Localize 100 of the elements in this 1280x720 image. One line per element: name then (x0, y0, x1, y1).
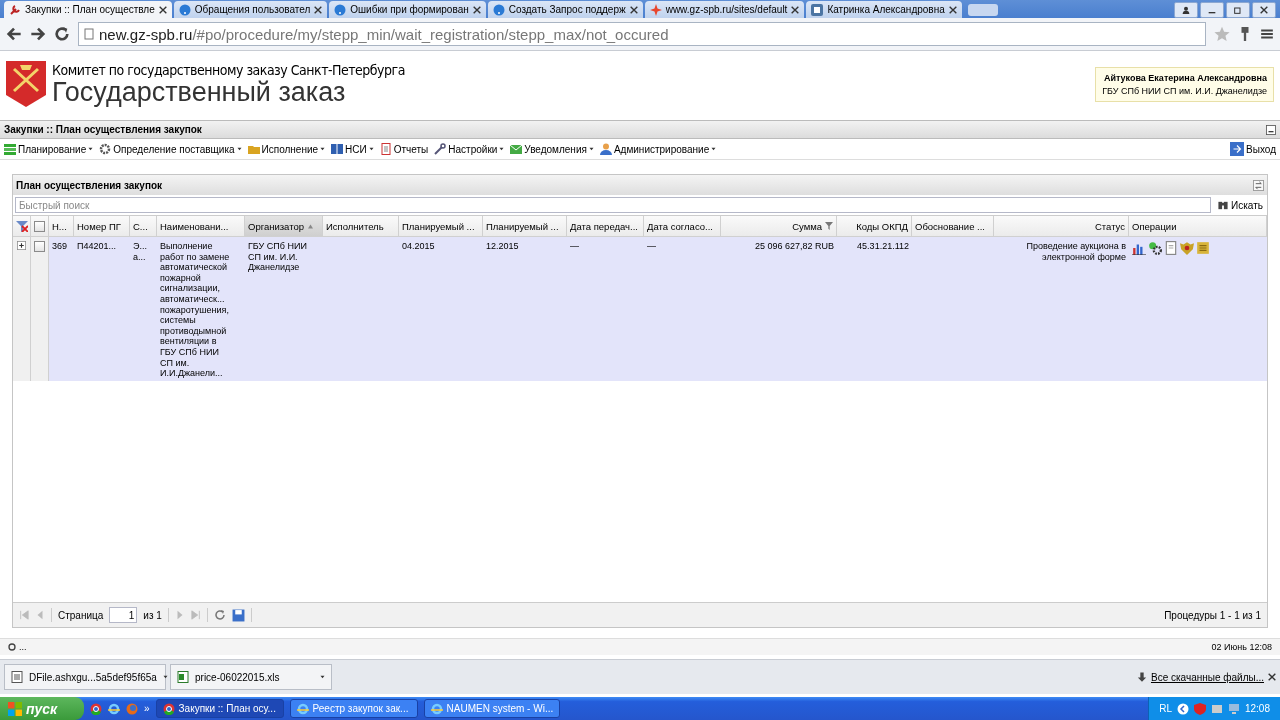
page-count: из 1 (143, 609, 162, 621)
caret-icon (88, 147, 94, 151)
close-icon[interactable] (472, 5, 481, 14)
browser-icon (162, 702, 175, 715)
menu-item[interactable]: Определение поставщика (99, 143, 242, 155)
close-icon[interactable] (314, 5, 323, 14)
star-icon[interactable] (1214, 26, 1230, 42)
download-item[interactable]: price-06022015.xls (170, 664, 332, 690)
restore-button[interactable] (1226, 2, 1250, 18)
table-cell: П44201... (74, 237, 130, 381)
emblem-icon[interactable] (1180, 241, 1194, 255)
address-field[interactable]: new.gz-spb.ru/#po/procedure/my/stepp_min/wait_registration/stepp_max/not_occured (78, 22, 1206, 46)
close-icon[interactable] (948, 5, 957, 14)
gear-icon (99, 143, 112, 155)
menu-item[interactable]: Отчеты (379, 143, 429, 155)
close-icon[interactable] (791, 5, 800, 14)
column-header[interactable]: Н... (49, 216, 74, 237)
table-cell: Выполнение работ по замене автоматической пожарной сигнализации, автоматическ... пожаротушения, системы противодымной вентиляции в ГБУ СПб НИИ СП им. И.И.Джанели... (157, 237, 245, 381)
book-icon (331, 143, 344, 155)
page-label: Страница (58, 609, 104, 621)
document-icon (379, 143, 392, 155)
caret-icon (236, 147, 242, 151)
refresh-icon[interactable] (213, 609, 226, 621)
column-header[interactable]: Наименовани... (157, 216, 245, 237)
menu-item[interactable]: Администрирование (599, 143, 717, 155)
page-number-field[interactable]: 1 (109, 607, 138, 623)
column-header[interactable]: Планируемый ... (399, 216, 483, 237)
taskbar-button[interactable]: Реестр закупок зак... (289, 699, 418, 718)
caret-icon (711, 147, 717, 151)
table-cell: Проведение аукциона в электронной форме (994, 237, 1129, 381)
menu-item[interactable]: Исполнение (247, 143, 326, 155)
browser-tab[interactable]: Закупки :: План осуществле (4, 1, 172, 18)
menu-item[interactable]: Планирование (4, 143, 94, 155)
download-icon (1136, 671, 1147, 683)
column-header[interactable]: Дата передач... (567, 216, 644, 237)
forward-icon[interactable] (30, 26, 46, 42)
back-icon[interactable] (6, 26, 22, 42)
row-checkbox[interactable] (34, 241, 45, 252)
expand-icon[interactable] (17, 241, 26, 250)
column-header[interactable]: Номер ПГ (74, 216, 130, 237)
column-header[interactable]: Сумма (721, 216, 837, 237)
table-cell: 369 (49, 237, 74, 381)
exit-icon (1230, 142, 1245, 156)
column-header[interactable]: Статус (994, 216, 1129, 237)
column-header[interactable]: Организатор (245, 216, 323, 237)
download-item[interactable]: DFile.ashxgu...5a5def95f65a (4, 664, 166, 690)
language-indicator: RL (1159, 703, 1172, 714)
browser-tab[interactable]: Катринка Александровна (806, 1, 962, 18)
logout-button[interactable]: Выход (1230, 142, 1276, 156)
user-icon (1182, 6, 1190, 14)
column-header[interactable]: Исполнитель (323, 216, 399, 237)
browser-tab[interactable]: Обращения пользовател (173, 1, 328, 18)
search-field[interactable]: Быстрый поиск (15, 197, 1212, 213)
browser-icon (430, 702, 443, 715)
column-header[interactable]: С... (130, 216, 157, 237)
close-icon[interactable] (158, 5, 167, 14)
user-button[interactable] (1174, 2, 1198, 18)
menu-item[interactable]: Уведомления (510, 143, 594, 155)
menu-item[interactable]: НСИ (331, 143, 374, 155)
url-text: new.gz-spb.ru/#po/procedure/my/stepp_min/wait_registration/stepp_max/not_occured (99, 25, 669, 43)
column-header[interactable]: Планируемый ... (483, 216, 567, 237)
column-header[interactable]: Обоснование ... (912, 216, 994, 237)
close-button[interactable] (1252, 2, 1276, 18)
file-icon (11, 671, 23, 683)
browser-tab[interactable]: www.gz-spb.ru/sites/default (644, 1, 805, 18)
star-icon (649, 3, 662, 16)
app-title: Закупки :: План осуществления закупок (4, 124, 203, 135)
search-button[interactable]: Искать (1215, 199, 1265, 211)
reload-icon[interactable] (54, 26, 70, 42)
caret-icon (320, 147, 326, 151)
scroll-icon[interactable] (1196, 241, 1210, 255)
refresh-icon[interactable] (1253, 179, 1264, 191)
taskbar-button[interactable]: NAUMEN system - Wi... (423, 699, 561, 718)
browser-tab[interactable]: Создать Запрос поддерж (487, 1, 643, 18)
close-icon[interactable] (629, 5, 638, 14)
folder-icon (247, 143, 260, 155)
social-icon (811, 3, 824, 16)
save-icon[interactable] (231, 608, 245, 622)
binoculars-icon (1217, 199, 1230, 211)
gear-icon[interactable] (1148, 241, 1162, 255)
wrench-icon (434, 143, 447, 155)
menu-item[interactable]: Настройки (434, 143, 505, 155)
close-icon[interactable] (1268, 673, 1276, 681)
taskbar-button[interactable]: Закупки :: План осу... (155, 699, 284, 718)
menu-icon[interactable] (1260, 26, 1274, 42)
clear-filter-icon[interactable] (16, 220, 28, 232)
table-cell: 04.2015 (399, 237, 483, 381)
table-cell: 25 096 627,82 RUB (721, 237, 837, 381)
help-icon (492, 3, 505, 16)
select-all-checkbox[interactable] (34, 220, 45, 232)
minimize-icon[interactable] (1266, 124, 1276, 135)
show-all-downloads-link[interactable]: Все скачанные файлы... (1136, 671, 1264, 683)
browser-tab[interactable]: Ошибки при формирован (329, 1, 486, 18)
column-header[interactable]: Коды ОКПД (837, 216, 912, 237)
column-header[interactable]: Дата согласо... (644, 216, 721, 237)
site-title: Государственный заказ (52, 78, 346, 106)
browser-icon (108, 702, 120, 715)
user-icon (599, 143, 612, 155)
help-icon (334, 3, 347, 16)
column-header[interactable]: Операции (1129, 216, 1267, 237)
